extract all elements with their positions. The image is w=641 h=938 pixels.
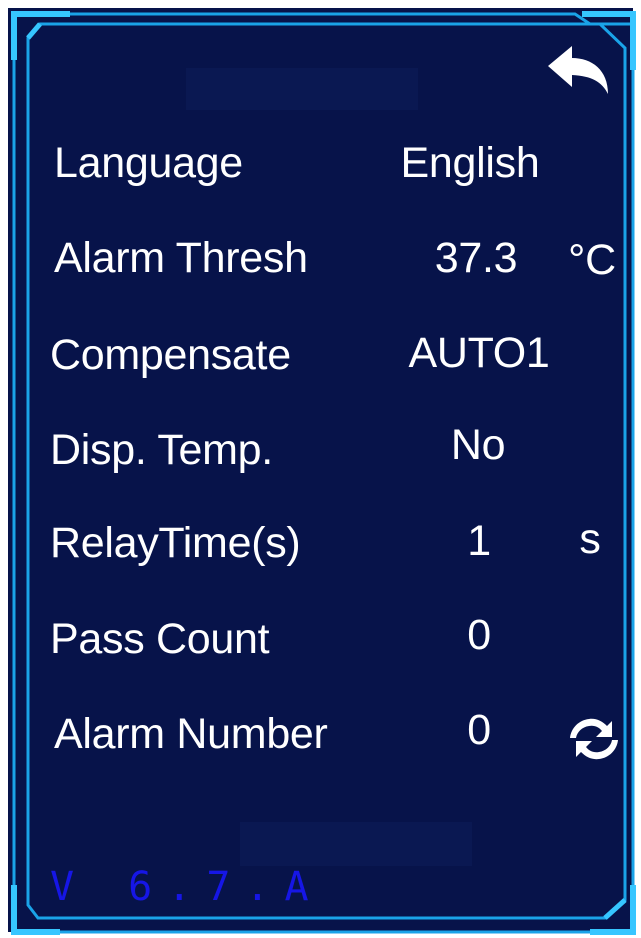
reset-alarm-count-button[interactable]: [566, 711, 622, 767]
back-arrow-icon: [548, 46, 608, 94]
alarm-number-value: 0: [467, 706, 491, 754]
pass-count-value: 0: [467, 611, 491, 659]
disp-temp-value[interactable]: No: [438, 420, 518, 470]
alarm-number-label: Alarm Number: [54, 710, 328, 758]
alarm-thresh-unit: °C: [568, 236, 616, 284]
language-value[interactable]: English: [382, 138, 558, 188]
relay-time-label: RelayTime(s): [50, 519, 301, 567]
relay-time-value[interactable]: 1: [454, 516, 504, 566]
footer-placeholder: [240, 822, 472, 866]
pass-count-label: Pass Count: [50, 615, 270, 663]
alarm-thresh-label: Alarm Thresh: [54, 234, 308, 282]
compensate-label: Compensate: [50, 331, 291, 379]
version-label: V 6.7.A: [50, 864, 324, 910]
alarm-thresh-value[interactable]: 37.3: [420, 233, 532, 283]
title-placeholder: [186, 68, 418, 110]
back-button[interactable]: [544, 44, 614, 100]
refresh-icon: [570, 718, 618, 760]
compensate-value[interactable]: AUTO1: [396, 328, 562, 378]
disp-temp-label: Disp. Temp.: [50, 426, 273, 474]
relay-time-unit: s: [579, 515, 601, 563]
settings-screen: Language English Alarm Thresh 37.3 °C Co…: [0, 0, 641, 938]
language-label: Language: [54, 139, 243, 187]
